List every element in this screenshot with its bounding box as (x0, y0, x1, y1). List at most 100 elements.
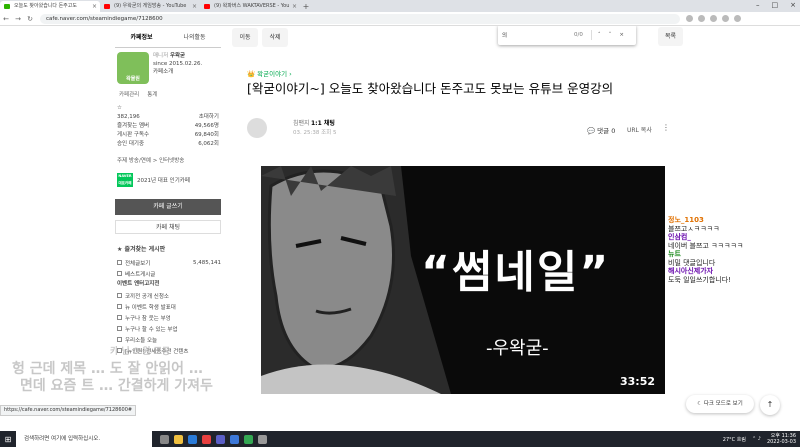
browser-tab-3[interactable]: (9) 왁파버스 WAKTAVERSE - You × (200, 1, 300, 12)
cafe-logo[interactable]: 왁물원 (117, 52, 149, 84)
sidebar-tabs: 카페정보 나의활동 (115, 26, 221, 48)
cafe-chat-button[interactable]: 카페 채팅 (115, 220, 221, 234)
more-menu-icon[interactable]: ⋮ (662, 123, 670, 132)
system-tray: 27°C 흐림 ⌃ ♪ 오후 11:36 2022-03-03 (723, 431, 796, 447)
youtube-favicon-icon (104, 4, 110, 9)
windows-start-icon[interactable]: ⊞ (0, 435, 16, 444)
dark-mode-button[interactable]: ☾ 다크 모드로 보기 (686, 395, 754, 413)
tab-my-activity[interactable]: 나의활동 (168, 32, 221, 41)
author-avatar[interactable] (247, 118, 267, 138)
task-view-icon[interactable] (160, 434, 169, 444)
menu-item[interactable]: 코끼전 공개 신청소 (115, 290, 221, 301)
menu-item-label: 우리소들 오늘 (125, 337, 158, 344)
stat-row: ☆ (117, 104, 219, 113)
dark-mode-label: 다크 모드로 보기 (703, 401, 743, 407)
delete-button[interactable]: 삭제 (262, 28, 288, 47)
cafe-intro-link[interactable]: 카페소개 (153, 68, 202, 76)
close-tab-icon[interactable]: × (92, 1, 97, 12)
tab-label: 오늘도 찾아왔습니다 돈주고도 (14, 3, 77, 9)
taskbar-apps (160, 434, 267, 444)
close-tab-icon[interactable]: × (292, 1, 297, 12)
extension-icon[interactable] (722, 15, 729, 22)
stat-row: 게시판 구독수 69,840회 (117, 131, 219, 140)
extension-icon[interactable] (686, 15, 693, 22)
file-explorer-icon[interactable] (174, 434, 183, 444)
move-button[interactable]: 이동 (232, 28, 258, 47)
clock[interactable]: 오후 11:36 2022-03-03 (767, 433, 796, 445)
author-name[interactable]: 침팬지 (293, 118, 310, 127)
member-count: 382,196 (117, 114, 140, 120)
board-icon (117, 271, 122, 276)
invite-link[interactable]: 초대하기 (199, 113, 219, 122)
close-tab-icon[interactable]: × (192, 1, 197, 12)
taskbar-search-input[interactable]: 검색하려면 여기에 입력하십시오. (16, 431, 152, 447)
browser-tab-2[interactable]: (9) 우왁굳의 게임방송 - YouTube × (100, 1, 200, 12)
find-next-icon[interactable]: ˅ (609, 32, 612, 38)
extension-icon[interactable] (698, 15, 705, 22)
chat-overlay: 정노_1103 블쯔고ㅅㅋㅋㅋㅋ 인삼컴_ 네이버 블쯔고 ㅋㅋㅋㅋㅋ 뉴트 비… (668, 216, 800, 284)
category-link[interactable]: 👑 왁굳이야기 › (247, 68, 292, 78)
app-icon[interactable] (202, 434, 211, 444)
write-post-button[interactable]: 카페 글쓰기 (115, 199, 221, 215)
edge-icon[interactable] (188, 434, 197, 444)
stat-row: 즐겨찾는 멤버 49,566명 (117, 122, 219, 131)
tab-label: (9) 왁파버스 WAKTAVERSE - You (214, 3, 290, 9)
chat-user: 정노_1103 (668, 216, 704, 224)
tab-cafe-info[interactable]: 카페정보 (115, 32, 168, 41)
author-row: 침팬지 1:1 채팅 03. 25:38 조회 5 💬 댓글 0 URL 복사 … (247, 118, 670, 140)
menu-item[interactable]: 누구나 참 웃는 부엉 (115, 312, 221, 323)
cafe-manage-link[interactable]: 카페관리 (119, 90, 139, 98)
board-icon (117, 326, 122, 331)
stat-row: 승인 대기중 6,062회 (117, 140, 219, 149)
extension-icon[interactable] (710, 15, 717, 22)
divider (590, 30, 592, 40)
reload-icon[interactable]: ↻ (24, 15, 36, 23)
chrome-icon[interactable] (244, 434, 253, 444)
browser-tab-1[interactable]: 오늘도 찾아왔습니다 돈주고도 × (0, 1, 100, 12)
find-prev-icon[interactable]: ˄ (598, 32, 601, 38)
app-icon[interactable] (216, 434, 225, 444)
weather-label[interactable]: 27°C 흐림 (723, 436, 746, 443)
menu-item[interactable]: 누구나 할 수 있는 부업 (115, 323, 221, 334)
scroll-top-button[interactable]: ↑ (760, 395, 780, 415)
forward-icon[interactable]: → (12, 15, 24, 23)
maximize-icon[interactable]: □ (772, 0, 779, 11)
fav-board-label: 즐겨찾는 게시판 (124, 246, 166, 253)
chat-link[interactable]: 1:1 채팅 (311, 118, 335, 127)
minimize-icon[interactable]: – (756, 0, 760, 11)
cafe-theme[interactable]: 주제 방송/연예 > 인터넷방송 (115, 153, 221, 167)
url-input[interactable]: cafe.naver.com/steamindiegame/7128600 (40, 13, 680, 24)
board-icon (117, 304, 122, 309)
subtitle-line: 헝 근데 제목 … 도 잘 안읽어 … (12, 361, 203, 377)
comment-count[interactable]: 💬 댓글 0 (587, 125, 615, 135)
post-meta: 03. 25:38 조회 5 (293, 130, 337, 136)
close-window-icon[interactable]: × (790, 0, 796, 11)
board-icon (117, 337, 122, 342)
back-icon[interactable]: ← (0, 15, 12, 23)
list-button[interactable]: 목록 (658, 27, 683, 46)
stats-link[interactable]: 통계 (147, 90, 157, 98)
menu-item[interactable]: 전체글보기 5,485,141 (115, 257, 221, 268)
stream-subtitles: 카 님 0 원 조공 헝 근데 제목 … 도 잘 안읽어 … 면데 요즘 트 …… (0, 344, 360, 395)
stat-label: 승인 대기중 (117, 141, 145, 147)
url-copy-button[interactable]: URL 복사 (627, 125, 652, 134)
app-icon[interactable] (258, 434, 267, 444)
menu-item-label: 베스트게시글 (125, 271, 156, 278)
menu-item-label: 뉴 이벤트 학생 발표대 (125, 304, 176, 311)
app-icon[interactable] (230, 434, 239, 444)
tray-icons[interactable]: ⌃ ♪ (752, 436, 761, 442)
manager-name[interactable]: 우왁굳 (170, 53, 185, 59)
find-close-icon[interactable]: × (619, 32, 624, 38)
subtitle-line: 카 님 0 원 조공 (110, 347, 171, 357)
new-tab-button[interactable]: + (300, 1, 312, 12)
stat-value: 6,062회 (198, 141, 219, 147)
clock-date: 2022-03-03 (766, 439, 796, 445)
menu-item-label: 누구나 참 웃는 부엉 (125, 315, 171, 322)
stat-value: 49,566명 (194, 123, 219, 129)
stat-label: 즐겨찾는 멤버 (117, 123, 150, 129)
menu-item-label: 누구나 할 수 있는 부업 (125, 326, 178, 333)
find-input[interactable]: 의 (502, 31, 574, 39)
menu-item[interactable]: 뉴 이벤트 학생 발표대 (115, 301, 221, 312)
menu-item[interactable]: 베스트게시글 (115, 268, 221, 279)
profile-avatar[interactable] (734, 15, 741, 22)
